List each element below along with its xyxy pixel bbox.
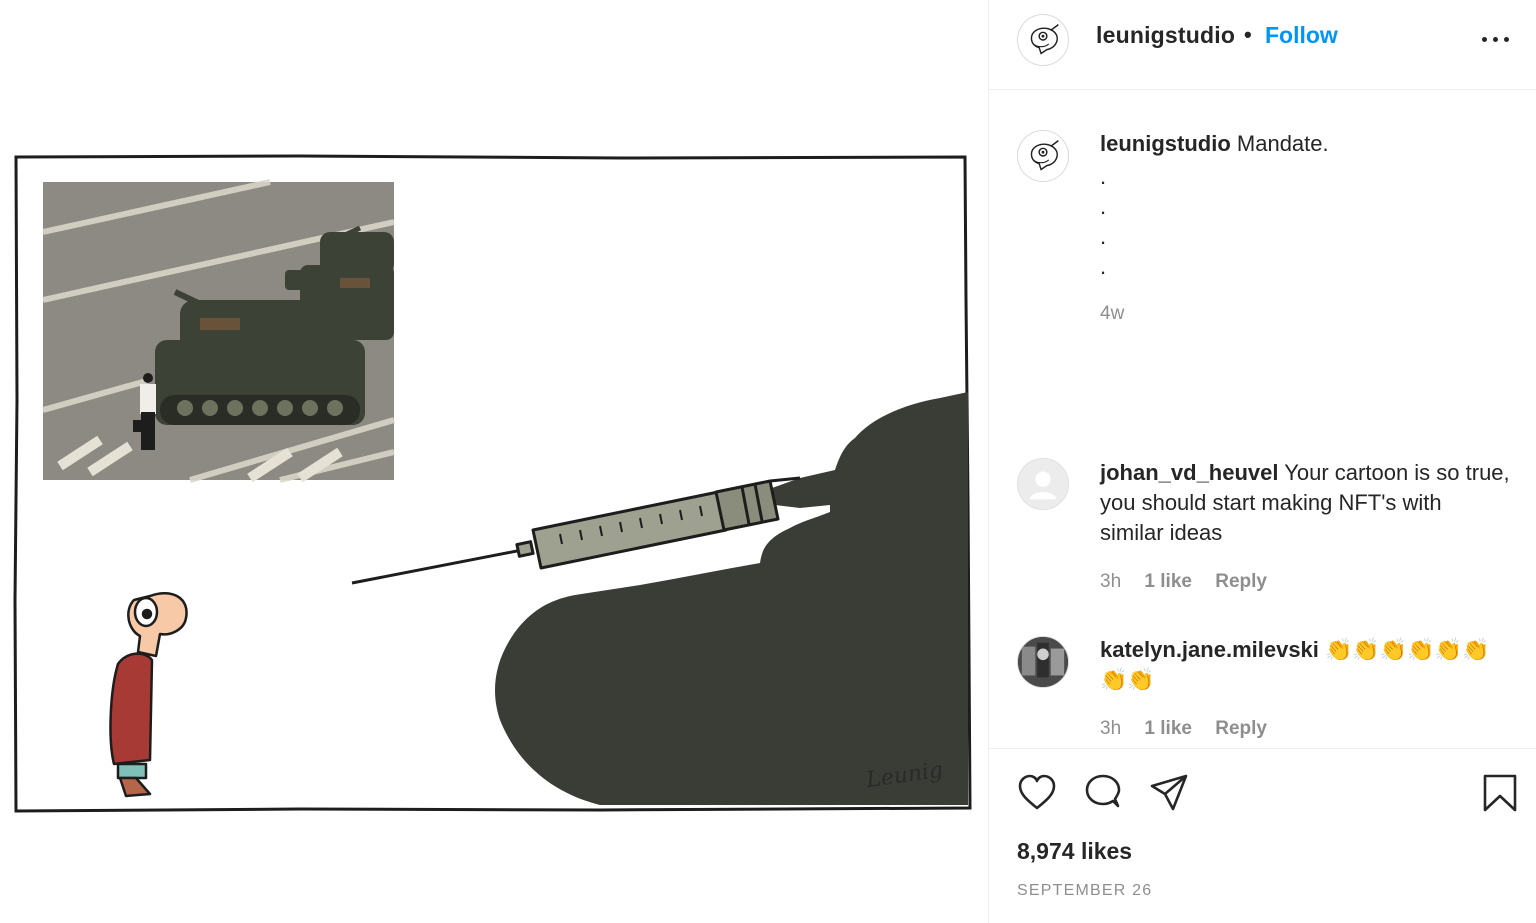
caption-dots: . . . . [1100,162,1106,282]
comment-time[interactable]: 3h [1100,718,1121,739]
comment-meta: 3h 1 like Reply [1100,571,1285,593]
caption-dot: . [1100,224,1107,249]
caption-dot: . [1100,254,1107,279]
follow-button[interactable]: Follow [1265,22,1338,49]
caption-text: Mandate. [1236,131,1329,156]
comments-list[interactable]: leunigstudio Mandate. . . . . 4w johan_v… [989,90,1536,748]
caption-time[interactable]: 4w [1100,303,1124,325]
leunig-avatar-icon [1018,15,1068,65]
default-user-icon [1018,459,1068,509]
post-side-panel: leunigstudio • Follow leunigstudio Manda… [988,0,1536,923]
author-username[interactable]: leunigstudio [1096,22,1235,49]
leunig-avatar-icon [1018,131,1068,181]
comment-meta: 3h 1 like Reply [1100,718,1285,740]
author-avatar[interactable] [1017,14,1069,66]
caption-author-avatar[interactable] [1017,130,1069,182]
comment-body: katelyn.jane.milevski 👏👏👏👏👏👏👏👏 [1100,635,1510,695]
comment-time[interactable]: 3h [1100,571,1121,592]
comment-likes[interactable]: 1 like [1144,571,1192,592]
reply-button[interactable]: Reply [1215,718,1267,739]
comment-likes[interactable]: 1 like [1144,718,1192,739]
header-separator: • [1244,22,1252,47]
likes-count[interactable]: 8,974 likes [1017,838,1132,865]
comment-body: johan_vd_heuvel Your cartoon is so true,… [1100,458,1510,548]
paper-plane-icon[interactable] [1149,773,1189,813]
post-actions: 8,974 likes SEPTEMBER 26 [989,748,1536,923]
photo-avatar-icon [1018,637,1068,687]
comment-username[interactable]: katelyn.jane.milevski [1100,637,1319,662]
post-date[interactable]: SEPTEMBER 26 [1017,882,1152,900]
commenter-avatar[interactable] [1017,636,1069,688]
caption-dot: . [1100,164,1107,189]
comment-username[interactable]: johan_vd_heuvel [1100,460,1279,485]
caption-dot: . [1100,194,1107,219]
more-options-icon[interactable] [1481,26,1511,50]
post-header: leunigstudio • Follow [989,0,1536,90]
caption-line: leunigstudio Mandate. [1100,130,1329,158]
heart-icon[interactable] [1017,773,1057,813]
bookmark-icon[interactable] [1482,773,1518,813]
post-media[interactable]: Leunig [0,0,988,923]
inset-photo [42,179,395,483]
caption-username[interactable]: leunigstudio [1100,131,1231,156]
cartoon-image: Leunig [13,154,972,813]
reply-button[interactable]: Reply [1215,571,1267,592]
comment-icon[interactable] [1083,773,1123,813]
commenter-avatar[interactable] [1017,458,1069,510]
